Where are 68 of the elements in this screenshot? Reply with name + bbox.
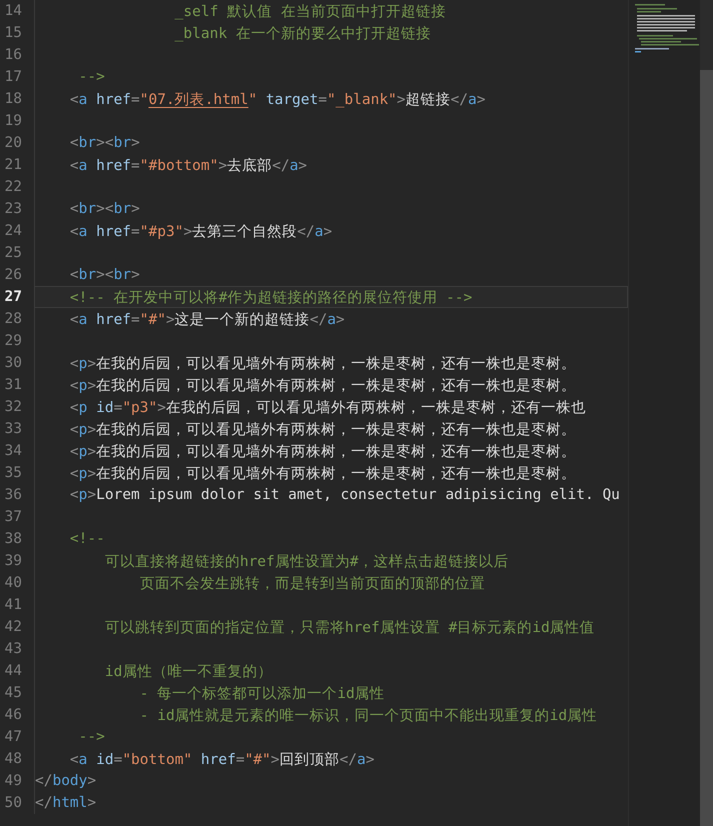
line-number: 14 <box>4 3 23 19</box>
line-number: 32 <box>4 399 23 415</box>
line-number: 33 <box>4 421 23 437</box>
code-comment: <!-- 在开发中可以将#作为超链接的路径的展位符使用 --> <box>68 288 472 306</box>
line-number: 18 <box>4 91 23 107</box>
line-number: 36 <box>4 487 23 503</box>
line-number: 20 <box>4 135 23 151</box>
line-number: 15 <box>4 25 23 41</box>
line-number: 23 <box>4 201 23 217</box>
line-number: 44 <box>4 663 23 679</box>
code-line: <br><br> <box>68 267 140 283</box>
line-number: 49 <box>4 773 23 789</box>
code-line: </html> <box>35 795 96 811</box>
line-number: 31 <box>4 377 23 393</box>
line-number: 29 <box>4 333 23 349</box>
code-line: <br><br> <box>68 201 140 217</box>
code-line: <br><br> <box>68 135 140 151</box>
code-comment: - id属性就是元素的唯一标识，同一个页面中不能出现重复的id属性 <box>138 706 598 724</box>
line-number: 24 <box>4 223 23 239</box>
code-line: <p>在我的后园，可以看见墙外有两株树，一株是枣树，还有一株也是枣树。 <box>68 464 576 482</box>
code-line: <p>在我的后园，可以看见墙外有两株树，一株是枣树，还有一株也是枣树。 <box>68 354 576 372</box>
line-number: 17 <box>4 69 23 85</box>
line-number: 26 <box>4 267 23 283</box>
code-comment: --> <box>78 69 105 85</box>
code-line: <p>在我的后园，可以看见墙外有两株树，一株是枣树，还有一株也是枣树。 <box>68 420 576 438</box>
line-number: 19 <box>4 113 23 129</box>
line-number: 48 <box>4 751 23 767</box>
line-number: 37 <box>4 509 23 525</box>
code-comment: - 每一个标签都可以添加一个id属性 <box>138 684 385 702</box>
code-line: </body> <box>35 773 96 789</box>
line-number: 40 <box>4 575 23 591</box>
line-number: 27 <box>4 289 23 305</box>
code-line: <p>Lorem ipsum dolor sit amet, consectetur adipisicing elit. Qu <box>68 487 620 503</box>
line-number: 42 <box>4 619 23 635</box>
line-number: 28 <box>4 311 23 327</box>
code-line: <a href="#bottom">去底部</a> <box>68 156 308 174</box>
line-number: 25 <box>4 245 23 261</box>
minimap-drawing <box>633 2 699 54</box>
code-comment: id属性（唯一不重复的） <box>104 662 272 680</box>
line-number: 16 <box>4 47 23 63</box>
line-number: 50 <box>4 795 23 811</box>
line-number: 45 <box>4 685 23 701</box>
code-comment: 可以跳转到页面的指定位置，只需将href属性设置 #目标元素的id属性值 <box>104 618 595 636</box>
scrollbar-thumb[interactable] <box>700 70 713 826</box>
code-comment: 页面不会发生跳转，而是转到当前页面的顶部的位置 <box>138 574 485 592</box>
code-line: <a href="#">这是一个新的超链接</a> <box>68 310 345 328</box>
line-number: 39 <box>4 553 23 569</box>
code-line: <p>在我的后园，可以看见墙外有两株树，一株是枣树，还有一株也是枣树。 <box>68 376 576 394</box>
line-number: 43 <box>4 641 23 657</box>
code-comment: 可以直接将超链接的href属性设置为#，这样点击超链接以后 <box>104 552 508 570</box>
line-number: 34 <box>4 443 23 459</box>
code-line: <a href="#p3">去第三个自然段</a> <box>68 222 332 240</box>
line-number: 30 <box>4 355 23 371</box>
code-line: <a href="07.列表.html" target="_blank">超链接</a> <box>68 90 486 108</box>
line-number: 41 <box>4 597 23 613</box>
code-comment: --> <box>78 729 105 745</box>
code-line: <p>在我的后园，可以看见墙外有两株树，一株是枣树，还有一株也是枣树。 <box>68 442 576 460</box>
code-line: <p id="p3">在我的后园，可以看见墙外有两株树，一株是枣树，还有一株也 <box>68 398 586 416</box>
line-number: 22 <box>4 179 23 195</box>
code-comment: _blank 在一个新的要么中打开超链接 <box>174 24 431 42</box>
line-number: 21 <box>4 157 23 173</box>
line-number: 46 <box>4 707 23 723</box>
line-number: 47 <box>4 729 23 745</box>
code-line: <a id="bottom" href="#">回到顶部</a> <box>68 750 374 768</box>
code-comment: <!-- <box>68 531 105 547</box>
line-number: 35 <box>4 465 23 481</box>
code-comment: _self 默认值 在当前页面中打开超链接 <box>174 2 446 20</box>
line-number: 38 <box>4 531 23 547</box>
